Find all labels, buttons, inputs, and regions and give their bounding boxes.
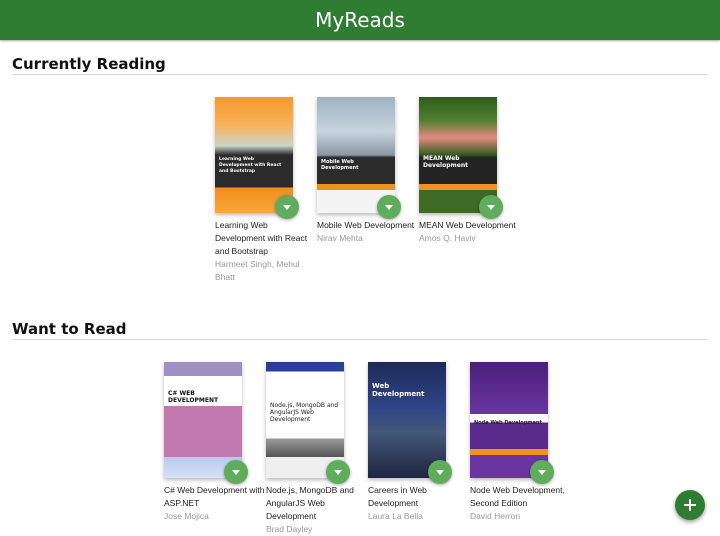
shelf-changer-button[interactable] [530,460,554,484]
book-item: Learning Web Development with React and … [215,97,317,284]
book-item: Web Development Careers in Web Developme… [368,362,470,523]
triangle-down-icon [232,469,240,475]
shelf-title: Want to Read [12,320,127,338]
triangle-down-icon [385,204,393,210]
cover-title: C# WEB DEVELOPMENT [168,390,219,404]
book-authors: Nirav Mehta [317,233,363,243]
cover-title: Node.js, MongoDB and AngularJS Web Devel… [270,402,339,423]
app-title: MyReads [315,8,405,32]
shelf-changer-button[interactable] [479,195,503,219]
triangle-down-icon [436,469,444,475]
book-authors: Amos Q. Haviv [419,233,476,243]
shelf-divider [12,339,708,340]
book-authors: David Herron [470,511,521,521]
book-authors: Laura La Bella [368,511,423,521]
book-item: Node Web Development Node Web Developmen… [470,362,572,523]
cover-title: Learning Web Development with React and … [219,157,282,174]
book-title: Node Web Development, Second Edition [470,485,565,508]
book-item: MEAN Web Development MEAN Web Developmen… [419,97,521,245]
book-item: C# WEB DEVELOPMENT C# Web Development wi… [164,362,266,523]
shelf-changer-button[interactable] [224,460,248,484]
add-book-button[interactable] [675,490,705,520]
cover-title: Web Development [372,382,425,398]
cover-title: MEAN Web Development [423,155,468,169]
book-title: Learning Web Development with React and … [215,220,308,256]
book-title: C# Web Development with ASP.NET [164,485,265,508]
shelf-changer-button[interactable] [377,195,401,219]
shelf-changer-button[interactable] [275,195,299,219]
book-item: Node.js, MongoDB and AngularJS Web Devel… [266,362,368,536]
book-title: MEAN Web Development [419,220,516,230]
shelf-changer-button[interactable] [326,460,350,484]
book-title: Mobile Web Development [317,220,415,230]
cover-title: Node Web Development [474,420,542,426]
plus-icon [684,499,696,511]
triangle-down-icon [538,469,546,475]
shelf-title: Currently Reading [12,55,166,73]
triangle-down-icon [283,204,291,210]
shelf-divider [12,74,708,75]
book-authors: Harmeet Singh, Mehul Bhatt [215,259,300,282]
book-title: Careers in Web Development [368,485,427,508]
book-item: Mobile Web Development Mobile Web Develo… [317,97,419,245]
book-authors: Brad Dayley [266,524,313,534]
shelf-changer-button[interactable] [428,460,452,484]
book-authors: Jose Mojica [164,511,209,521]
app-header: MyReads [0,0,720,40]
triangle-down-icon [487,204,495,210]
triangle-down-icon [334,469,342,475]
cover-title: Mobile Web Development [321,159,359,171]
book-title: Node.js, MongoDB and AngularJS Web Devel… [266,485,354,521]
